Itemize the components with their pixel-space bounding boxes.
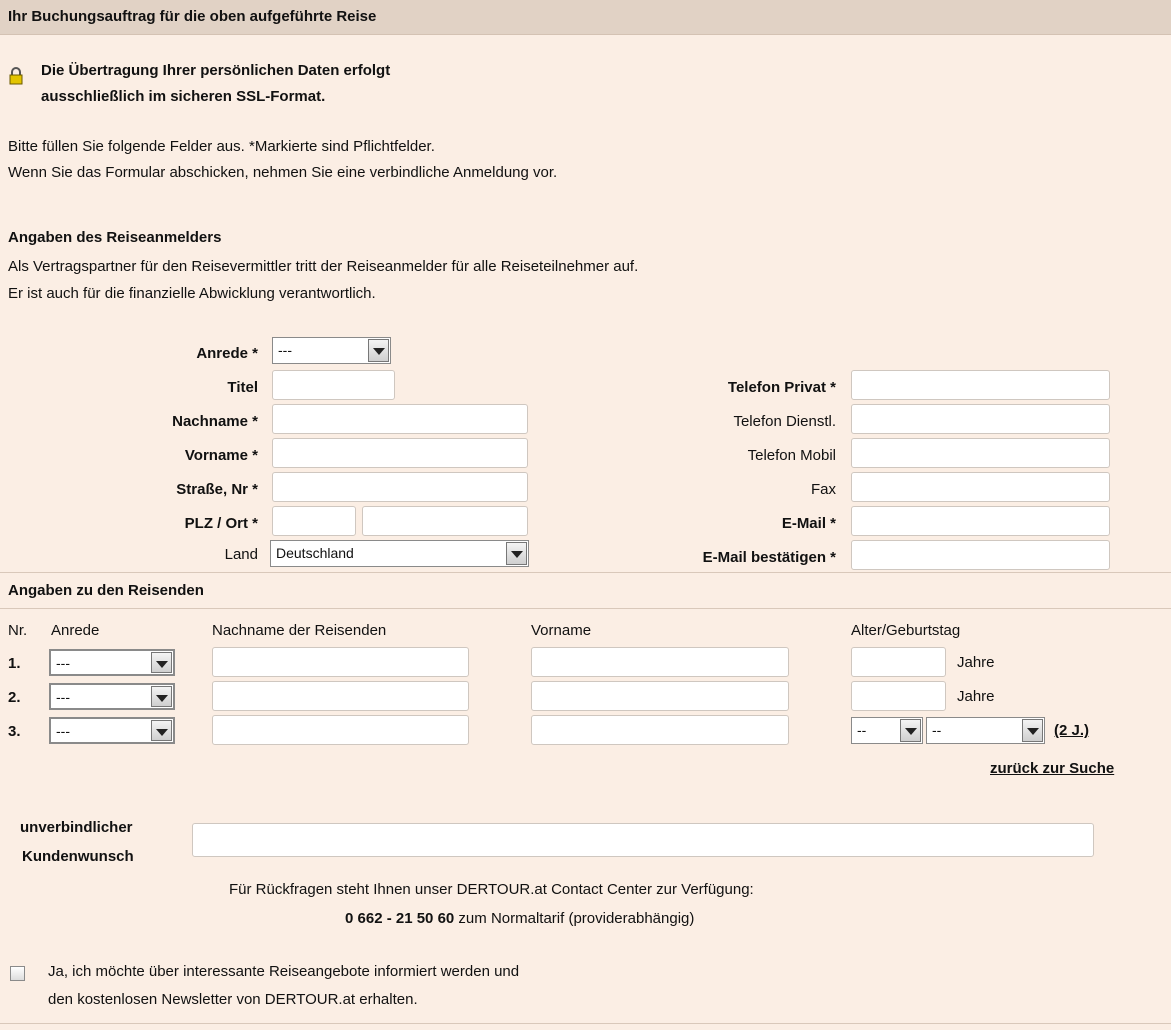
- titel-label: Titel: [227, 379, 258, 396]
- col-alter: Alter/Geburtstag: [851, 622, 961, 639]
- divider: [0, 1023, 1171, 1024]
- traveler-age-input[interactable]: [851, 647, 946, 677]
- titel-input[interactable]: [272, 370, 395, 400]
- applicant-heading: Angaben des Reiseanmelders: [8, 229, 222, 246]
- anrede-label: Anrede *: [196, 345, 258, 362]
- header-title: Ihr Buchungsauftrag für die oben aufgefü…: [8, 8, 377, 25]
- chevron-down-icon[interactable]: [506, 542, 527, 565]
- traveler-anrede-value: ---: [56, 655, 70, 671]
- row-nr: 3.: [8, 723, 21, 740]
- birth-day-value: --: [857, 722, 867, 738]
- traveler-vorname-input[interactable]: [531, 681, 789, 711]
- chevron-down-icon[interactable]: [1022, 719, 1043, 742]
- contact-line2-text: zum Normaltarif (providerabhängig): [454, 910, 695, 927]
- lock-icon: [9, 67, 23, 85]
- traveler-nachname-input[interactable]: [212, 715, 469, 745]
- traveler-vorname-input[interactable]: [531, 647, 789, 677]
- chevron-down-icon[interactable]: [368, 339, 389, 362]
- tel-dienst-label: Telefon Dienstl.: [733, 413, 836, 430]
- tel-privat-label: Telefon Privat *: [727, 379, 836, 396]
- divider: [0, 608, 1171, 609]
- email-confirm-label: E-Mail bestätigen *: [702, 549, 836, 566]
- nachname-label: Nachname *: [172, 413, 258, 430]
- wish-label-line1: unverbindlicher: [20, 819, 133, 836]
- newsletter-line2: den kostenlosen Newsletter von DERTOUR.a…: [48, 991, 418, 1008]
- age-hint-link[interactable]: (2 J.): [1054, 722, 1089, 739]
- divider: [0, 572, 1171, 573]
- intro-line2: Wenn Sie das Formular abschicken, nehmen…: [8, 164, 558, 181]
- tel-mobil-label: Telefon Mobil: [747, 447, 836, 464]
- applicant-desc1: Als Vertragspartner für den Reisevermitt…: [8, 258, 639, 275]
- vorname-label: Vorname *: [184, 447, 258, 464]
- plz-ort-label: PLZ / Ort *: [184, 515, 258, 532]
- newsletter-line1: Ja, ich möchte über interessante Reisean…: [48, 963, 520, 980]
- traveler-anrede-select[interactable]: ---: [49, 717, 175, 744]
- traveler-age-input[interactable]: [851, 681, 946, 711]
- fax-label: Fax: [810, 481, 836, 498]
- wish-label-line2: Kundenwunsch: [22, 848, 134, 865]
- col-nr: Nr.: [8, 622, 28, 639]
- land-label: Land: [224, 546, 258, 563]
- traveler-vorname-input[interactable]: [531, 715, 789, 745]
- newsletter-checkbox[interactable]: [10, 966, 25, 981]
- email-confirm-input[interactable]: [851, 540, 1110, 570]
- email-label: E-Mail *: [781, 515, 836, 532]
- traveler-nachname-input[interactable]: [212, 681, 469, 711]
- traveler-anrede-select[interactable]: ---: [49, 649, 175, 676]
- tel-dienst-input[interactable]: [851, 404, 1110, 434]
- tel-privat-input[interactable]: [851, 370, 1110, 400]
- chevron-down-icon[interactable]: [151, 652, 172, 673]
- birth-month-select[interactable]: --: [926, 717, 1045, 744]
- email-input[interactable]: [851, 506, 1110, 536]
- traveler-anrede-value: ---: [56, 723, 70, 739]
- intro-line1: Bitte füllen Sie folgende Felder aus. *M…: [8, 138, 435, 155]
- plz-input[interactable]: [272, 506, 356, 536]
- col-anrede: Anrede: [51, 622, 100, 639]
- contact-phone: 0 662 - 21 50 60: [345, 910, 455, 927]
- tel-mobil-input[interactable]: [851, 438, 1110, 468]
- traveler-nachname-input[interactable]: [212, 647, 469, 677]
- anrede-select[interactable]: ---: [272, 337, 391, 364]
- nachname-input[interactable]: [272, 404, 528, 434]
- fax-input[interactable]: [851, 472, 1110, 502]
- strasse-input[interactable]: [272, 472, 528, 502]
- col-vorname: Vorname: [531, 622, 592, 639]
- chevron-down-icon[interactable]: [900, 719, 921, 742]
- contact-line2: 0 662 - 21 50 60 zum Normaltarif (provid…: [345, 910, 694, 927]
- ssl-note-line2: ausschließlich im sicheren SSL-Format.: [41, 88, 326, 105]
- anrede-select-value: ---: [278, 342, 292, 358]
- section-header: Ihr Buchungsauftrag für die oben aufgefü…: [0, 0, 1171, 35]
- customer-wish-input[interactable]: [192, 823, 1094, 857]
- contact-line1: Für Rückfragen steht Ihnen unser DERTOUR…: [229, 881, 754, 898]
- birth-day-select[interactable]: --: [851, 717, 923, 744]
- land-select-value: Deutschland: [276, 545, 354, 561]
- back-to-search-link[interactable]: zurück zur Suche: [990, 760, 1114, 777]
- row-nr: 2.: [8, 689, 21, 706]
- ort-input[interactable]: [362, 506, 528, 536]
- chevron-down-icon[interactable]: [151, 720, 172, 741]
- traveler-anrede-select[interactable]: ---: [49, 683, 175, 710]
- land-select[interactable]: Deutschland: [270, 540, 529, 567]
- birth-month-value: --: [932, 722, 942, 738]
- strasse-label: Straße, Nr *: [176, 481, 258, 498]
- vorname-input[interactable]: [272, 438, 528, 468]
- chevron-down-icon[interactable]: [151, 686, 172, 707]
- traveler-anrede-value: ---: [56, 689, 70, 705]
- col-nachname: Nachname der Reisenden: [212, 622, 387, 639]
- travelers-heading: Angaben zu den Reisenden: [8, 582, 204, 599]
- age-unit: Jahre: [957, 654, 995, 671]
- row-nr: 1.: [8, 655, 21, 672]
- ssl-note-line1: Die Übertragung Ihrer persönlichen Daten…: [41, 62, 391, 79]
- age-unit: Jahre: [957, 688, 995, 705]
- applicant-desc2: Er ist auch für die finanzielle Abwicklu…: [8, 285, 376, 302]
